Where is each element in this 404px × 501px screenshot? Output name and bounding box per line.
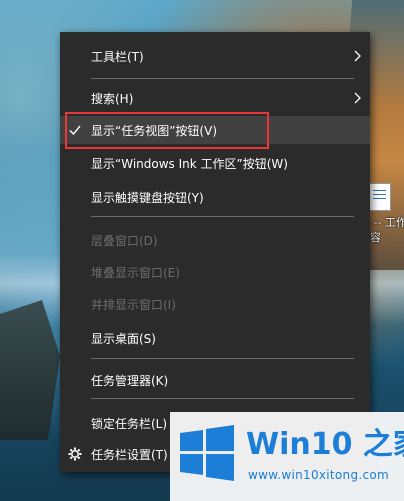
windows-logo-icon — [180, 425, 234, 481]
gear-icon — [68, 447, 82, 461]
menu-item-show-desktop[interactable]: 显示桌面(S) — [60, 324, 370, 352]
watermark-brand: Win10 之家 — [246, 427, 404, 462]
menu-item-show-touch-keyboard-button[interactable]: 显示触摸键盘按钮(Y) — [60, 183, 370, 211]
menu-item-stack-windows: 堆叠显示窗口(E) — [91, 265, 180, 280]
taskbar-context-menu: 工具栏(T) 搜索(H) 显示“任务视图”按钮(V) 显示“Windows In… — [60, 32, 370, 472]
checkmark-icon — [69, 125, 81, 136]
menu-item-show-task-view-button[interactable]: 显示“任务视图”按钮(V) — [60, 116, 370, 144]
menu-item-toolbars[interactable]: 工具栏(T) — [60, 42, 370, 70]
menu-separator — [91, 358, 354, 359]
menu-item-search[interactable]: 搜索(H) — [60, 84, 370, 112]
chevron-right-icon — [354, 50, 361, 62]
menu-item-task-manager[interactable]: 任务管理器(K) — [60, 366, 370, 394]
menu-item-side-by-side-windows: 并排显示窗口(I) — [91, 297, 176, 312]
site-watermark: Win10 之家 www.win10xitong.com — [170, 412, 404, 501]
menu-item-show-windows-ink-button[interactable]: 显示“Windows Ink 工作区”按钮(W) — [60, 149, 370, 177]
menu-separator — [91, 216, 354, 217]
chevron-right-icon — [354, 92, 361, 104]
menu-separator — [91, 398, 354, 399]
menu-separator — [91, 78, 354, 79]
menu-item-cascade-windows: 层叠窗口(D) — [91, 233, 158, 248]
watermark-url: www.win10xitong.com — [248, 468, 390, 482]
document-icon — [369, 183, 391, 211]
